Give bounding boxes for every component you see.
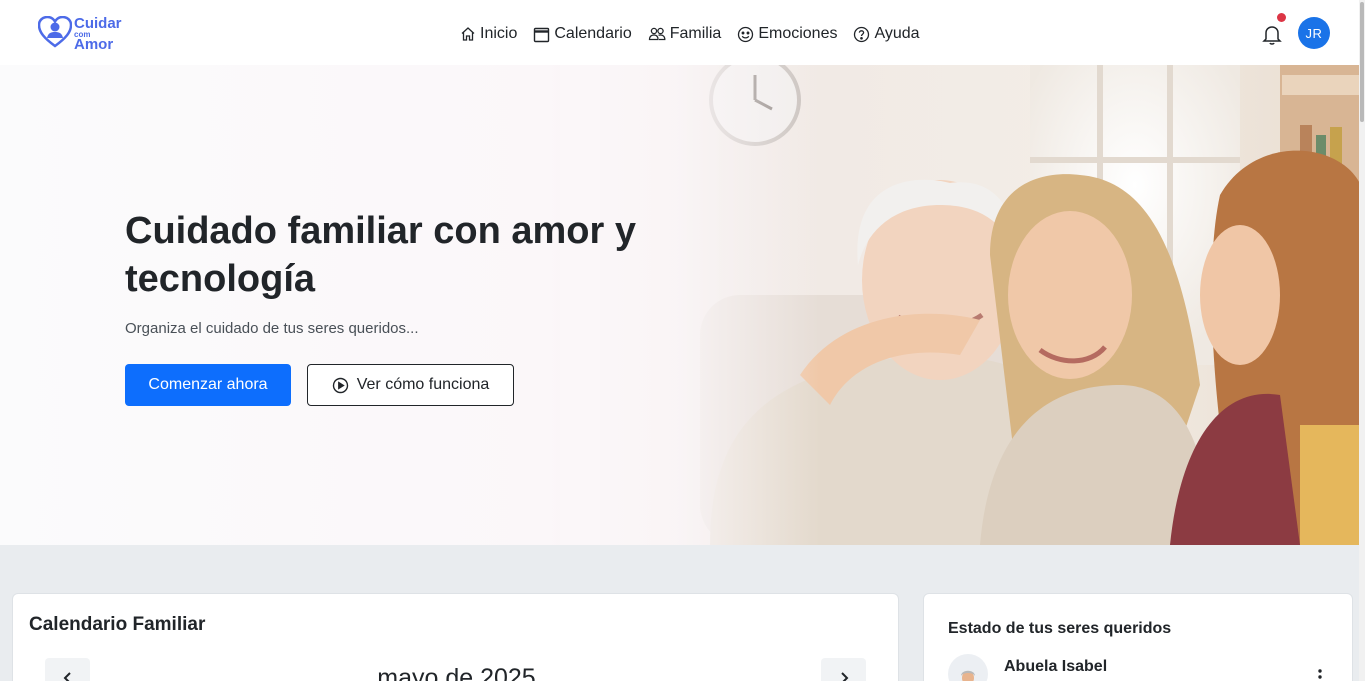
nav-item-calendario[interactable]: Calendario (533, 25, 632, 43)
loved-one-name: Abuela Isabel (1004, 658, 1108, 675)
loved-ones-title: Estado de tus seres queridos (948, 620, 1172, 637)
next-month-button[interactable] (821, 658, 866, 681)
nav-label: Emociones (758, 25, 838, 42)
notification-bell-icon[interactable] (1261, 22, 1283, 46)
main-nav: Inicio Calendario Familia Emociones Ayud… (460, 22, 920, 46)
page-scrollbar-thumb[interactable] (1360, 2, 1364, 122)
play-circle-icon (332, 377, 348, 393)
chevron-right-icon (840, 672, 848, 681)
start-now-button[interactable]: Comenzar ahora (125, 364, 291, 406)
notification-dot (1277, 13, 1286, 22)
nav-label: Familia (669, 25, 722, 42)
family-calendar-card: Calendario Familiar mayo de 2025 (12, 593, 899, 681)
help-circle-icon (854, 26, 870, 42)
calendar-title: Calendario Familiar (29, 614, 206, 635)
hero-subtitle: Organiza el cuidado de tus seres querido… (125, 320, 419, 337)
nav-item-emociones[interactable]: Emociones (737, 25, 837, 43)
chevron-left-icon (63, 672, 71, 681)
hero-title: Cuidado familiar con amor y tecnología (125, 210, 636, 300)
calendar-icon (534, 27, 550, 42)
see-how-it-works-button[interactable]: Ver cómo funciona (307, 364, 514, 406)
nav-label: Inicio (480, 25, 518, 42)
start-now-label: Comenzar ahora (148, 376, 268, 393)
previous-month-button[interactable] (45, 658, 90, 681)
loved-ones-status-card: Estado de tus seres queridos Abuela Isab… (923, 593, 1353, 681)
loved-one-avatar (948, 654, 988, 681)
user-avatar[interactable]: JR (1298, 17, 1330, 49)
brand-word-1: Cuidar (74, 15, 122, 32)
more-options-icon[interactable] (1312, 666, 1328, 681)
smile-icon (738, 26, 754, 42)
top-navbar: Cuidar com Amor Inicio Calendario Famili… (0, 0, 1365, 65)
nav-label: Ayuda (874, 25, 920, 42)
people-icon (648, 27, 666, 41)
hero-section: Cuidado familiar con amor y tecnología O… (0, 65, 1365, 545)
see-how-it-works-label: Ver cómo funciona (356, 376, 490, 393)
home-icon (461, 27, 475, 41)
brand-word-3: Amor (74, 36, 114, 53)
nav-item-ayuda[interactable]: Ayuda (853, 25, 920, 43)
brand-logo[interactable]: Cuidar com Amor (38, 14, 148, 52)
calendar-month-label: mayo de 2025 (377, 664, 536, 681)
nav-item-familia[interactable]: Familia (648, 25, 722, 43)
nav-label: Calendario (554, 25, 632, 42)
elderly-person-icon (961, 670, 975, 681)
heart-person-icon (38, 16, 72, 48)
nav-item-inicio[interactable]: Inicio (460, 25, 517, 43)
